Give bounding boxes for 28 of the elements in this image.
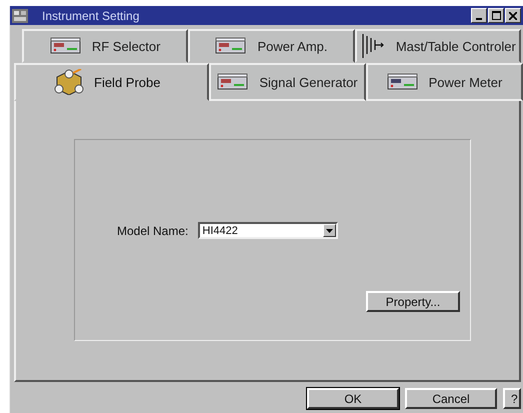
dialog-button[interactable]: ? [503,388,521,409]
app-icon [12,8,28,22]
dropdown-arrow-button[interactable] [323,224,336,237]
tab[interactable]: Field Probe [14,63,209,101]
caret-icon [326,228,334,232]
tab[interactable]: Power Amp. [188,29,355,63]
maximize-button[interactable] [488,8,504,23]
tab[interactable]: Signal Generator [209,63,366,101]
minimize-button[interactable] [471,8,487,23]
model-name-dropdown[interactable]: HI4422 [198,222,338,239]
device-icon [386,73,419,91]
minimize-icon [476,18,482,20]
antenna-mast-icon [360,34,386,58]
dialog-button[interactable]: OK [307,388,399,409]
tab[interactable]: RF Selector [22,29,188,63]
device-icon [50,37,82,55]
model-name-label: Model Name: [117,224,188,238]
close-button[interactable] [505,8,521,23]
device-icon [217,73,250,91]
window-title: Instrument Setting [42,8,140,22]
maximize-icon [492,11,500,20]
probe-icon [54,69,84,95]
property-button[interactable]: Property... [366,291,460,312]
tab[interactable]: Power Meter [366,63,523,101]
device-icon [215,37,248,55]
tab[interactable]: Mast/Table Controler [354,29,521,63]
close-icon [509,12,517,20]
dialog-button[interactable]: Cancel [405,388,497,409]
